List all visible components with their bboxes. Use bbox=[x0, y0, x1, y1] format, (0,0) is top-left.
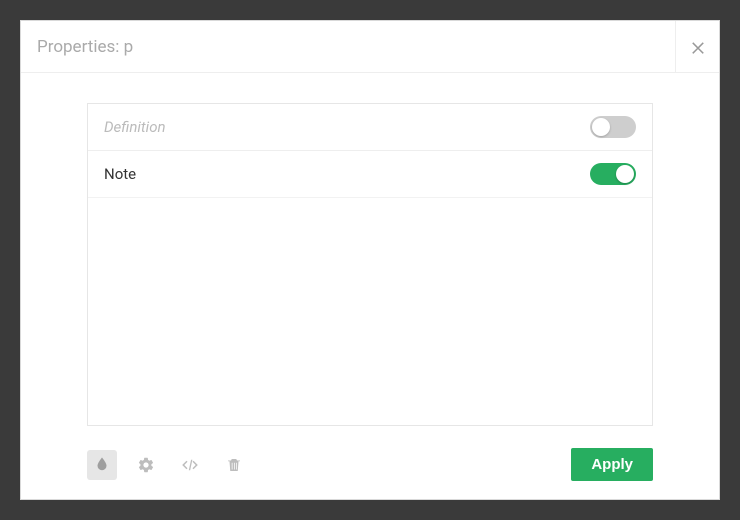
code-button[interactable] bbox=[175, 450, 205, 480]
toggle-knob bbox=[592, 118, 610, 136]
properties-list: Definition Note bbox=[87, 103, 653, 426]
properties-dialog: Properties: p Definition Note bbox=[20, 20, 720, 500]
toggle-knob bbox=[616, 165, 634, 183]
apply-button[interactable]: Apply bbox=[571, 448, 653, 481]
close-button[interactable] bbox=[675, 21, 719, 73]
toggle-definition bbox=[590, 116, 636, 138]
drop-button[interactable] bbox=[87, 450, 117, 480]
toggle-note[interactable] bbox=[590, 163, 636, 185]
settings-button[interactable] bbox=[131, 450, 161, 480]
list-item-label: Definition bbox=[104, 118, 166, 136]
delete-button[interactable] bbox=[219, 450, 249, 480]
list-item: Note bbox=[88, 151, 652, 198]
close-icon bbox=[689, 38, 707, 56]
code-icon bbox=[181, 456, 199, 474]
dialog-title: Properties: p bbox=[37, 37, 133, 57]
gear-icon bbox=[137, 456, 155, 474]
list-item: Definition bbox=[88, 104, 652, 151]
drop-icon bbox=[93, 456, 111, 474]
dialog-footer: Apply bbox=[21, 434, 719, 499]
trash-icon bbox=[225, 456, 243, 474]
dialog-body: Definition Note bbox=[21, 73, 719, 434]
toolbar bbox=[87, 450, 249, 480]
dialog-header: Properties: p bbox=[21, 21, 719, 73]
list-item-label: Note bbox=[104, 165, 136, 183]
